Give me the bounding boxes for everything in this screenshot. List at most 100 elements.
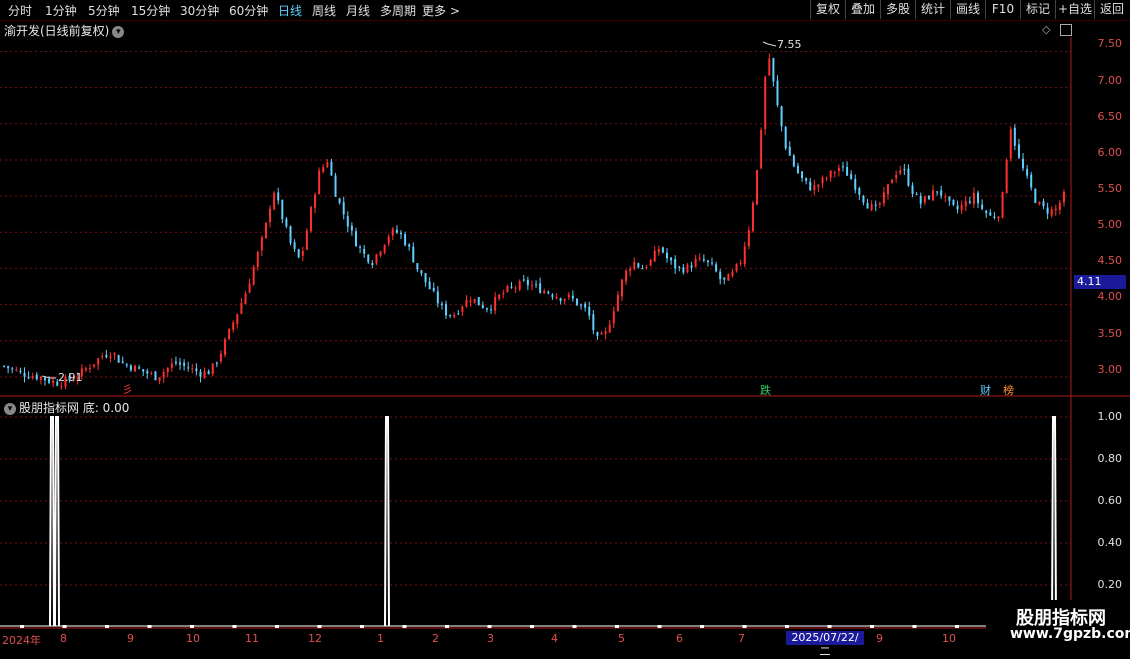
draw-line-button[interactable]: 画线 xyxy=(950,0,985,19)
period-30min[interactable]: 30分钟 xyxy=(180,2,219,19)
zero-marker xyxy=(402,625,407,628)
current-price-badge: 4.11 xyxy=(1074,275,1126,289)
signal-bar xyxy=(384,416,390,627)
candle-body xyxy=(858,188,861,195)
candle-body xyxy=(645,266,648,268)
xtick: 9 xyxy=(876,632,883,645)
event-tag-die[interactable]: 跌 xyxy=(760,382,771,398)
candle-body xyxy=(952,200,955,205)
chevron-down-icon[interactable]: ▾ xyxy=(112,25,125,38)
xtick: 7 xyxy=(738,632,745,645)
period-monthly[interactable]: 月线 xyxy=(346,2,370,19)
fuquan-button[interactable]: 复权 xyxy=(810,0,845,19)
candle-body xyxy=(379,251,382,256)
candle-body xyxy=(886,184,889,195)
indicator-title[interactable]: ▾ 股朋指标网 底: 0.00 xyxy=(4,399,129,416)
candle-body xyxy=(1026,168,1029,176)
candle-body xyxy=(445,303,448,316)
candle-body xyxy=(743,246,746,265)
candle-body xyxy=(563,298,566,301)
candle-body xyxy=(256,252,259,267)
xtick: 12 xyxy=(308,632,322,645)
period-fenshi[interactable]: 分时 xyxy=(8,2,32,19)
candle-body xyxy=(616,295,619,312)
stock-title[interactable]: 渝开发(日线前复权) ▾ xyxy=(4,22,125,39)
candle-body xyxy=(387,236,390,244)
candle-body xyxy=(891,179,894,184)
ytick: 3.00 xyxy=(1097,363,1123,376)
candle-body xyxy=(1022,158,1025,169)
ytick: 6.00 xyxy=(1097,146,1123,159)
event-tag-jin[interactable]: 彡 xyxy=(122,381,133,397)
zero-marker xyxy=(232,625,237,628)
candle-body xyxy=(862,195,865,203)
candle-body xyxy=(52,380,55,384)
watermark-url: www.7gpzb.com xyxy=(1010,626,1130,642)
period-multi[interactable]: 多周期 xyxy=(380,2,416,19)
candle-body xyxy=(219,353,222,362)
candle-body xyxy=(383,244,386,253)
zero-marker xyxy=(572,625,577,628)
panel-toggle-icon[interactable] xyxy=(1060,24,1072,36)
candle-body xyxy=(678,266,681,268)
event-tag-cai[interactable]: 财 xyxy=(980,382,991,398)
period-5min[interactable]: 5分钟 xyxy=(88,2,120,19)
candle-body xyxy=(490,309,493,311)
period-15min[interactable]: 15分钟 xyxy=(131,2,170,19)
candle-body xyxy=(285,218,288,227)
main-chart[interactable] xyxy=(0,0,1130,650)
stats-button[interactable]: 统计 xyxy=(915,0,950,19)
candle-body xyxy=(715,264,718,272)
diamond-icon[interactable]: ◇ xyxy=(1042,23,1050,36)
candle-body xyxy=(395,229,398,233)
f10-button[interactable]: F10 xyxy=(985,0,1020,19)
candle-body xyxy=(113,353,116,355)
zero-marker xyxy=(955,625,959,628)
period-daily[interactable]: 日线 xyxy=(278,2,302,19)
candle-body xyxy=(960,205,963,211)
chevron-down-icon[interactable]: ▾ xyxy=(4,402,16,415)
candle-body xyxy=(1042,201,1045,207)
candle-body xyxy=(428,281,431,290)
candle-body xyxy=(555,296,558,299)
event-tag-bang[interactable]: 榜 xyxy=(1003,382,1014,398)
xtick: 3 xyxy=(487,632,494,645)
candle-body xyxy=(289,226,292,244)
candle-body xyxy=(670,257,673,261)
xtick: 10 xyxy=(942,632,956,645)
candle-body xyxy=(408,244,411,247)
candles xyxy=(3,53,1065,390)
candle-body xyxy=(179,362,182,365)
candle-body xyxy=(158,377,161,381)
candle-body xyxy=(764,77,767,130)
candle-body xyxy=(682,267,685,273)
overlay-button[interactable]: 叠加 xyxy=(845,0,880,19)
candle-body xyxy=(981,204,984,209)
period-weekly[interactable]: 周线 xyxy=(312,2,336,19)
candle-body xyxy=(539,283,542,293)
candle-body xyxy=(727,274,730,281)
ind-ytick: 0.40 xyxy=(1097,536,1123,549)
zero-marker xyxy=(700,625,704,628)
add-favorite-button[interactable]: +自选 xyxy=(1055,0,1094,19)
period-1min[interactable]: 1分钟 xyxy=(45,2,77,19)
xtick: 2024年 xyxy=(2,634,41,647)
candle-body xyxy=(31,376,34,379)
multi-stock-button[interactable]: 多股 xyxy=(880,0,915,19)
period-more[interactable]: 更多 > xyxy=(422,2,460,19)
candle-body xyxy=(600,332,603,335)
candle-body xyxy=(829,170,832,178)
back-button[interactable]: 返回 xyxy=(1094,0,1129,19)
candle-body xyxy=(608,324,611,333)
candle-body xyxy=(506,285,509,292)
candle-body xyxy=(142,369,145,372)
signal-bar xyxy=(49,416,55,627)
candle-body xyxy=(440,303,443,306)
candle-body xyxy=(93,364,96,367)
mark-button[interactable]: 标记 xyxy=(1020,0,1055,19)
candle-body xyxy=(166,367,169,373)
candle-body xyxy=(326,162,329,167)
candle-body xyxy=(236,313,239,325)
period-60min[interactable]: 60分钟 xyxy=(229,2,268,19)
ytick: 3.50 xyxy=(1097,327,1123,340)
